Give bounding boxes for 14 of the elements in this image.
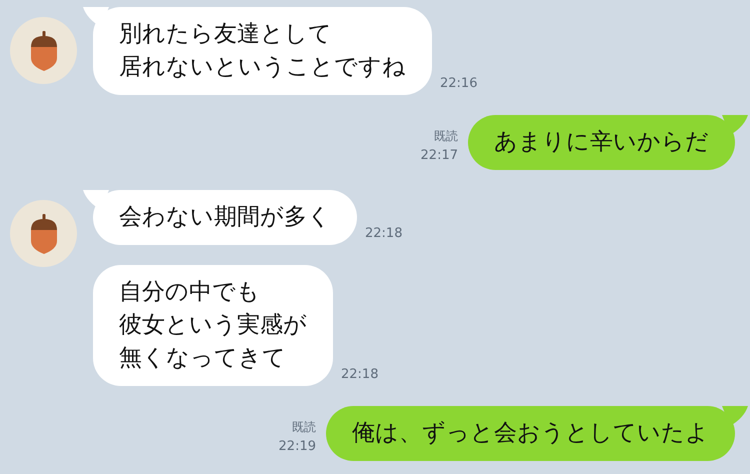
message-bubble[interactable]: 自分の中でも 彼女という実感が 無くなってきて bbox=[93, 265, 333, 386]
message-time: 22:17 bbox=[420, 147, 458, 165]
acorn-icon bbox=[28, 214, 58, 254]
read-receipt: 既読 bbox=[434, 128, 458, 145]
acorn-icon bbox=[28, 30, 58, 70]
message-bubble[interactable]: 俺は、ずっと会おうとしていたよ bbox=[326, 406, 735, 461]
message-bubble[interactable]: あまりに辛いからだ bbox=[468, 115, 735, 170]
message-time: 22:18 bbox=[365, 226, 402, 241]
message-time: 22:16 bbox=[440, 76, 478, 91]
read-receipt: 既読 bbox=[292, 419, 316, 436]
message-time: 22:18 bbox=[341, 367, 378, 382]
message-bubble[interactable]: 会わない期間が多く bbox=[93, 190, 357, 245]
message-bubble[interactable]: 別れたら友達として 居れないということですね bbox=[93, 7, 432, 95]
message-time: 22:19 bbox=[278, 438, 316, 456]
